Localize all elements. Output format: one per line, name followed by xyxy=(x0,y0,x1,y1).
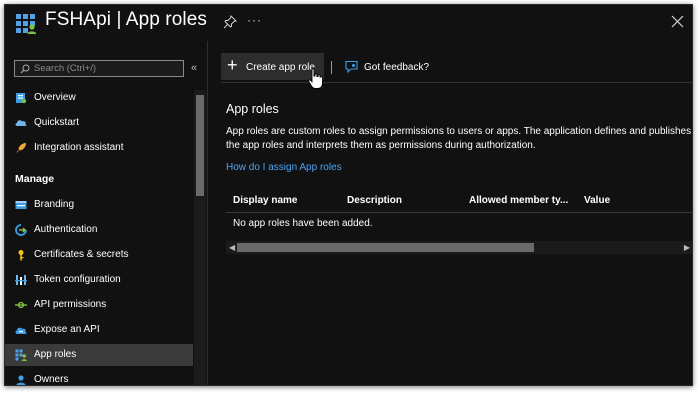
sidebar-item-branding[interactable]: Branding xyxy=(5,194,193,216)
sidebar-item-api-permissions[interactable]: API permissions xyxy=(5,294,193,316)
empty-message: No app roles have been added. xyxy=(233,218,373,229)
toolbar-divider xyxy=(331,61,332,74)
section-description: App roles are custom roles to assign per… xyxy=(226,126,692,151)
section-manage: Manage xyxy=(15,173,55,185)
command-bar: + Create app role Got feedback? xyxy=(221,51,692,83)
plus-icon: + xyxy=(227,55,238,75)
sidebar-item-label: Overview xyxy=(34,92,76,103)
table-empty-row: No app roles have been added. xyxy=(226,213,692,236)
api-permissions-icon xyxy=(15,301,27,309)
quickstart-cloud-icon xyxy=(15,120,27,126)
sidebar-item-label: Expose an API xyxy=(34,324,100,335)
sidebar-item-label: Authentication xyxy=(34,224,98,235)
sidebar-item-integration-assistant[interactable]: Integration assistant xyxy=(5,137,193,159)
column-allowed-member-types[interactable]: Allowed member ty... xyxy=(469,195,568,206)
column-display-name[interactable]: Display name xyxy=(233,195,297,206)
column-description[interactable]: Description xyxy=(347,195,402,206)
sidebar-item-label: Integration assistant xyxy=(34,142,124,153)
search-box[interactable] xyxy=(14,60,184,77)
column-value[interactable]: Value xyxy=(584,195,610,206)
app-window: FSHApi | App roles ··· « xyxy=(4,4,693,386)
app-roles-table: Display name Description Allowed member … xyxy=(226,190,692,236)
blade-header: FSHApi | App roles ··· xyxy=(5,5,692,41)
section-title: App roles xyxy=(226,102,279,116)
pin-icon[interactable] xyxy=(223,15,237,29)
page-title: FSHApi | App roles xyxy=(45,9,207,30)
app-roles-icon xyxy=(15,349,27,361)
feedback-icon xyxy=(345,60,358,74)
close-icon[interactable] xyxy=(671,15,684,28)
sidebar-item-owners[interactable]: Owners xyxy=(5,369,193,385)
help-link[interactable]: How do I assign App roles xyxy=(226,162,342,173)
owners-icon xyxy=(16,375,26,385)
sidebar-scrollbar[interactable] xyxy=(194,90,206,385)
divider xyxy=(207,41,208,385)
sidebar-item-token-configuration[interactable]: Token configuration xyxy=(5,269,193,291)
sidebar-item-label: Certificates & secrets xyxy=(34,249,129,260)
sidebar: « Overview Quickstart Integration assist… xyxy=(5,53,208,385)
sidebar-item-label: App roles xyxy=(34,349,77,360)
more-options-icon[interactable]: ··· xyxy=(247,13,262,27)
sidebar-item-authentication[interactable]: Authentication xyxy=(5,219,193,241)
collapse-sidebar-icon[interactable]: « xyxy=(191,62,197,74)
key-icon xyxy=(18,250,24,261)
authentication-icon xyxy=(15,224,27,236)
table-horizontal-scrollbar[interactable]: ◀ ▶ xyxy=(226,241,692,254)
hand-cursor-icon xyxy=(308,68,323,89)
scroll-left-icon[interactable]: ◀ xyxy=(229,243,235,252)
sidebar-item-label: Quickstart xyxy=(34,117,80,128)
table-header: Display name Description Allowed member … xyxy=(226,190,692,213)
sidebar-item-quickstart[interactable]: Quickstart xyxy=(5,112,193,134)
scroll-right-icon[interactable]: ▶ xyxy=(684,243,690,252)
feedback-button[interactable]: Got feedback? xyxy=(341,53,437,80)
app-registration-icon xyxy=(16,14,36,34)
sidebar-item-label: API permissions xyxy=(34,299,107,310)
branding-icon xyxy=(15,201,27,209)
create-app-role-label: Create app role xyxy=(246,62,315,73)
horizontal-scrollbar-thumb[interactable] xyxy=(237,243,534,252)
sidebar-item-label: Branding xyxy=(34,199,75,210)
sidebar-item-certificates-secrets[interactable]: Certificates & secrets xyxy=(5,244,193,266)
sidebar-scrollbar-thumb[interactable] xyxy=(196,95,204,196)
search-input[interactable] xyxy=(34,62,179,75)
sidebar-item-label: Owners xyxy=(34,374,69,385)
overview-icon xyxy=(16,93,27,104)
sidebar-item-label: Token configuration xyxy=(34,274,121,285)
token-bars-icon xyxy=(15,275,27,285)
sidebar-item-app-roles[interactable]: App roles xyxy=(5,344,193,366)
sidebar-item-overview[interactable]: Overview xyxy=(5,87,193,109)
cloud-api-icon xyxy=(15,327,27,334)
search-icon xyxy=(20,64,30,74)
rocket-icon xyxy=(16,143,26,153)
sidebar-item-expose-an-api[interactable]: Expose an API xyxy=(5,319,193,341)
feedback-label: Got feedback? xyxy=(364,62,430,73)
